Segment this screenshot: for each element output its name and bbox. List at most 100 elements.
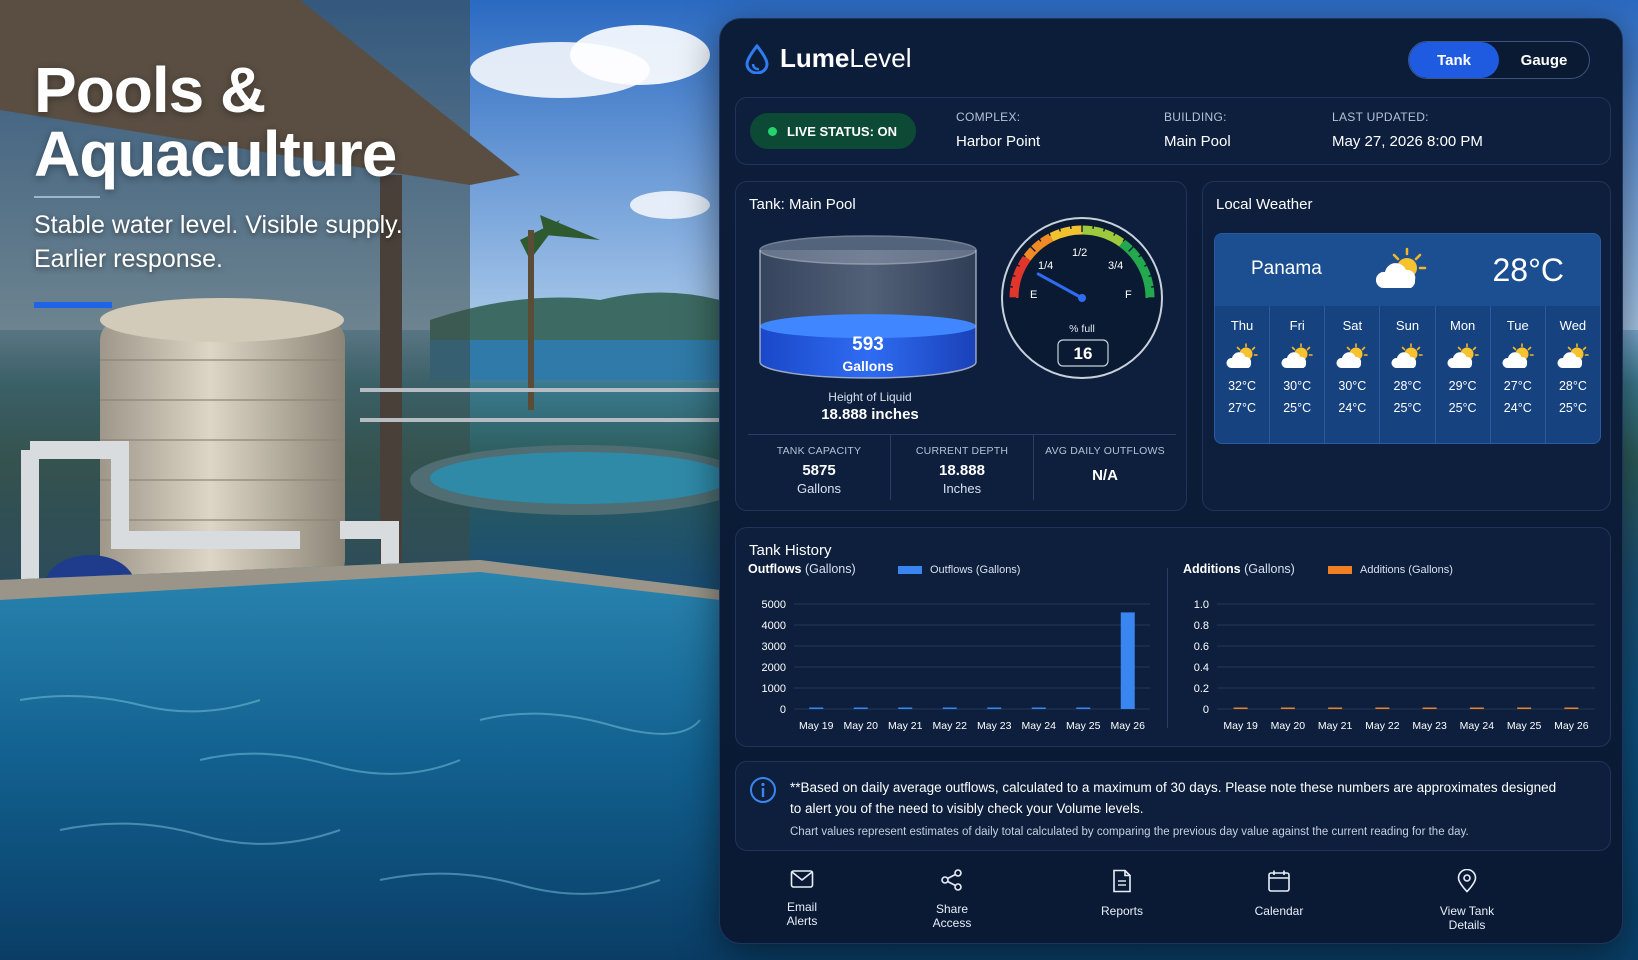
x-tick-label: May 22 [1365, 720, 1400, 732]
tank-cylinder: 593 Gallons [759, 235, 977, 379]
y-tick-label: 0 [780, 704, 786, 716]
stat-avg-outflows-value: N/A [1092, 467, 1118, 484]
complex-info: COMPLEX: Harbor Point [956, 110, 1040, 150]
weather-city: Panama [1251, 258, 1322, 279]
weather-current-temp: 28°C [1492, 252, 1565, 288]
partly-cloudy-icon [1215, 337, 1269, 377]
outflows-legend-swatch [898, 566, 922, 574]
forecast-day-name: Fri [1289, 318, 1305, 333]
weather-title: Local Weather [1216, 196, 1313, 213]
hero-title: Pools & Aquaculture [34, 58, 454, 186]
tank-volume-unit: Gallons [842, 358, 894, 374]
forecast-day: Thu 32°C 27°C [1215, 306, 1271, 443]
forecast-low-temp: 27°C [1228, 401, 1257, 415]
additions-legend: Additions (Gallons) [1328, 564, 1453, 576]
additions-legend-swatch [1328, 566, 1352, 574]
additions-chart-plot: 0 0.2 0.4 0.6 0.8 1.0 May 19 May 20 May 21 May 22… [1194, 599, 1595, 732]
stat-depth-label: CURRENT DEPTH [915, 445, 1009, 457]
last-updated-key: LAST UPDATED: [1332, 110, 1429, 124]
droplet-logo-icon [745, 43, 769, 74]
partly-cloudy-icon [1375, 246, 1427, 299]
live-status-label: LIVE STATUS: ON [787, 123, 898, 139]
status-bar: LIVE STATUS: ON COMPLEX: Harbor Point BU… [735, 97, 1611, 165]
hero-subtitle: Stable water level. Visible supply. Earl… [34, 208, 454, 276]
y-tick-label: 0 [1203, 704, 1209, 716]
hero-subtitle-line2: Earlier response. [34, 245, 223, 273]
forecast-day-name: Sat [1342, 318, 1363, 333]
gauge-label-three-quarter: 3/4 [1108, 260, 1123, 272]
history-divider [1167, 568, 1168, 728]
note-sub-text: Chart values represent estimates of dail… [790, 826, 1469, 838]
email-alerts-label: Email Alerts [786, 900, 818, 928]
gauge-tick [1151, 285, 1156, 288]
tank-title: Tank: Main Pool [749, 196, 856, 213]
share-access-button[interactable]: Share Access [920, 869, 984, 930]
stat-depth-unit: Inches [942, 481, 982, 496]
hero-divider [34, 196, 100, 198]
y-tick-label: 2000 [762, 662, 786, 674]
gauge-pct-label: % full [1069, 323, 1095, 335]
x-tick-label: May 21 [1318, 720, 1353, 732]
calendar-button[interactable]: Calendar [1247, 869, 1311, 918]
partly-cloudy-icon [1491, 337, 1545, 377]
info-icon [750, 777, 776, 803]
y-tick-label: 4000 [762, 620, 786, 632]
forecast-high-temp: 30°C [1338, 379, 1367, 393]
complex-value: Harbor Point [956, 133, 1041, 150]
x-tick-label: May 20 [1271, 720, 1306, 732]
tab-tank[interactable]: Tank [1409, 42, 1499, 78]
hero-subtitle-line1: Stable water level. Visible supply. [34, 211, 403, 239]
live-status-badge: LIVE STATUS: ON [750, 113, 916, 149]
hero-title-line2: Aquaculture [34, 118, 397, 190]
info-note: **Based on daily average outflows, calcu… [735, 761, 1611, 851]
tab-gauge[interactable]: Gauge [1499, 42, 1589, 78]
stat-capacity-value: 5875 [802, 462, 836, 479]
forecast-high-temp: 28°C [1393, 379, 1422, 393]
x-tick-label: May 26 [1554, 720, 1589, 732]
forecast-day-name: Tue [1506, 318, 1529, 333]
forecast-high-temp: 28°C [1558, 379, 1587, 393]
bar [809, 707, 824, 709]
x-tick-label: May 20 [844, 720, 879, 732]
bar [853, 707, 868, 709]
view-tank-details-button[interactable]: View Tank Details [1432, 868, 1502, 932]
dashboard-panel: LumeLevel Tank Gauge LIVE STATUS: ON COM… [719, 18, 1623, 944]
bar [1328, 707, 1343, 709]
forecast-high-temp: 29°C [1448, 379, 1477, 393]
partly-cloudy-icon [1270, 337, 1324, 377]
bar [1564, 707, 1579, 709]
note-main-text: **Based on daily average outflows, calcu… [790, 780, 1557, 816]
footer-nav: Email Alerts Share Access Reports Calend… [720, 857, 1622, 943]
y-tick-label: 3000 [762, 641, 786, 653]
liquid-height-value: 18.888 inches [821, 406, 919, 423]
tank-card: Tank: Main Pool 593 Gallons Height of Li… [735, 181, 1187, 511]
share-icon [941, 869, 962, 891]
view-toggle[interactable]: Tank Gauge [1408, 41, 1590, 79]
weather-card: Local Weather Panama 28°C Thu 32°C 27°C Fri… [1202, 181, 1611, 511]
liquid-height: Height of Liquid 18.888 inches [756, 390, 984, 423]
gauge-label-half: 1/2 [1072, 247, 1087, 259]
forecast-day: Wed 28°C 25°C [1546, 306, 1600, 443]
bar [1517, 707, 1532, 709]
bar [1031, 707, 1046, 709]
forecast-high-temp: 30°C [1283, 379, 1312, 393]
partly-cloudy-icon [1436, 337, 1490, 377]
forecast-high-temp: 27°C [1503, 379, 1532, 393]
view-tank-details-label: View Tank Details [1439, 904, 1495, 932]
x-tick-label: May 21 [888, 720, 923, 732]
forecast-day: Mon 29°C 25°C [1436, 306, 1491, 443]
complex-key: COMPLEX: [956, 110, 1021, 124]
share-access-label: Share Access [932, 902, 972, 930]
reports-button[interactable]: Reports [1090, 869, 1154, 918]
forecast-low-temp: 25°C [1448, 401, 1477, 415]
forecast-day-name: Wed [1559, 318, 1587, 333]
y-tick-label: 1000 [762, 683, 786, 695]
reports-label: Reports [1100, 904, 1144, 918]
stat-depth-value: 18.888 [939, 462, 985, 479]
envelope-icon [790, 870, 814, 888]
bar [898, 707, 913, 709]
bar [1120, 612, 1135, 709]
email-alerts-button[interactable]: Email Alerts [770, 869, 834, 928]
brand-logo: LumeLevel [744, 43, 912, 74]
partly-cloudy-icon [1325, 337, 1379, 377]
